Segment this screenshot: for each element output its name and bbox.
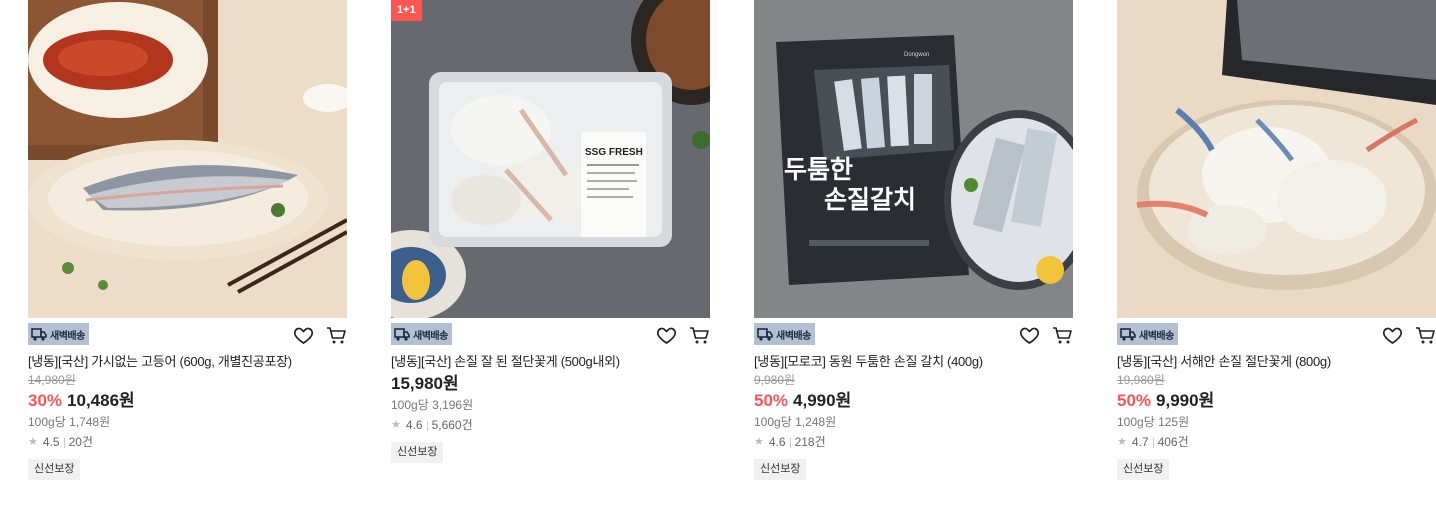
product-card[interactable]: 두툼한 손질갈치 Dongwon 새벽배송 [냉동][모로코] 동원 두툼한 손… [754, 0, 1073, 480]
product-image[interactable]: 두툼한 손질갈치 Dongwon [754, 0, 1073, 318]
rating-value: 4.5 [42, 435, 60, 449]
tray-label: SSG FRESH [585, 147, 643, 158]
star-icon: ★ [1117, 436, 1127, 448]
product-card[interactable]: 새벽배송 [냉동][국산] 가시없는 고등어 (600g, 개별진공포장) 14… [28, 0, 347, 480]
divider [1152, 437, 1154, 448]
product-card[interactable]: 새벽배송 [냉동][국산] 서해안 손질 절단꽃게 (800g) 19,980원… [1117, 0, 1436, 480]
package-brand: Dongwon [904, 52, 929, 58]
price-line: 50% 4,990원 [754, 389, 1073, 413]
original-price: 9,980원 [754, 373, 796, 387]
rating-value: 4.7 [1131, 435, 1149, 449]
discount-rate: 50% [754, 391, 789, 410]
discount-rate: 50% [1117, 391, 1152, 410]
product-image[interactable] [1117, 0, 1436, 318]
delivery-badge: 새벽배송 [1117, 323, 1178, 345]
card-action-row: 새벽배송 [754, 318, 1073, 352]
card-action-row: 새벽배송 [1117, 318, 1436, 352]
wishlist-heart-icon[interactable] [293, 326, 314, 345]
package-text-line2: 손질갈치 [824, 185, 916, 214]
card-actions [1382, 326, 1436, 345]
sale-price: 4,990원 [793, 391, 852, 410]
freshness-tag: 신선보장 [1117, 459, 1170, 480]
price-line: 30% 10,486원 [28, 389, 347, 413]
card-actions [1019, 326, 1073, 345]
rating-row: ★ 4.6 218건 [754, 432, 1073, 453]
sale-price: 9,990원 [1156, 391, 1215, 410]
review-count: 406건 [1157, 435, 1189, 449]
freshness-tag: 신선보장 [28, 459, 81, 480]
product-name[interactable]: [냉동][국산] 서해안 손질 절단꽃게 (800g) [1117, 352, 1436, 372]
delivery-badge: 새벽배송 [28, 323, 89, 345]
truck-icon [31, 328, 47, 341]
review-count: 20건 [68, 435, 93, 449]
rating-value: 4.6 [405, 418, 423, 432]
add-to-cart-cart-icon[interactable] [689, 326, 710, 345]
rating-value: 4.6 [768, 435, 786, 449]
review-count: 5,660건 [431, 418, 473, 432]
star-icon: ★ [754, 436, 764, 448]
card-action-row: 새벽배송 [391, 318, 710, 352]
rating-row: ★ 4.5 20건 [28, 432, 347, 453]
unit-price: 100g당 1,748원 [28, 415, 111, 429]
truck-icon [1120, 328, 1136, 341]
freshness-tag: 신선보장 [391, 442, 444, 463]
truck-icon [757, 328, 773, 341]
original-price: 14,980원 [28, 373, 76, 387]
rating-row: ★ 4.7 406건 [1117, 432, 1436, 453]
divider [63, 437, 65, 448]
product-name[interactable]: [냉동][국산] 손질 잘 된 절단꽃게 (500g내외) [391, 352, 710, 372]
delivery-badge-label: 새벽배송 [776, 330, 811, 342]
review-count: 218건 [794, 435, 826, 449]
package-text-line1: 두툼한 [784, 155, 853, 184]
truck-icon [394, 328, 410, 341]
delivery-badge-label: 새벽배송 [413, 330, 448, 342]
promo-badge: 1+1 [391, 0, 422, 21]
add-to-cart-cart-icon[interactable] [326, 326, 347, 345]
unit-price: 100g당 125원 [1117, 415, 1190, 429]
freshness-tag: 신선보장 [754, 459, 807, 480]
original-price: 19,980원 [1117, 373, 1165, 387]
product-name[interactable]: [냉동][모로코] 동원 두툼한 손질 갈치 (400g) [754, 352, 1073, 372]
card-action-row: 새벽배송 [28, 318, 347, 352]
delivery-badge-label: 새벽배송 [1139, 330, 1174, 342]
divider [426, 420, 428, 431]
add-to-cart-cart-icon[interactable] [1415, 326, 1436, 345]
divider [789, 437, 791, 448]
add-to-cart-cart-icon[interactable] [1052, 326, 1073, 345]
delivery-badge: 새벽배송 [754, 323, 815, 345]
product-name[interactable]: [냉동][국산] 가시없는 고등어 (600g, 개별진공포장) [28, 352, 347, 372]
discount-rate: 30% [28, 391, 63, 410]
star-icon: ★ [391, 419, 401, 431]
wishlist-heart-icon[interactable] [1382, 326, 1403, 345]
delivery-badge: 새벽배송 [391, 323, 452, 345]
unit-price: 100g당 1,248원 [754, 415, 837, 429]
rating-row: ★ 4.6 5,660건 [391, 415, 710, 436]
sale-price: 15,980원 [391, 374, 459, 393]
price-line: 15,980원 [391, 372, 710, 396]
wishlist-heart-icon[interactable] [656, 326, 677, 345]
price-line: 50% 9,990원 [1117, 389, 1436, 413]
star-icon: ★ [28, 436, 38, 448]
product-card[interactable]: SSG FRESH 1+1 새벽배송 [냉동][국산] 손질 잘 된 절단꽃게 … [391, 0, 710, 463]
delivery-badge-label: 새벽배송 [50, 330, 85, 342]
product-image[interactable] [28, 0, 347, 318]
card-actions [656, 326, 710, 345]
unit-price: 100g당 3,196원 [391, 398, 474, 412]
card-actions [293, 326, 347, 345]
sale-price: 10,486원 [67, 391, 135, 410]
wishlist-heart-icon[interactable] [1019, 326, 1040, 345]
product-image[interactable]: SSG FRESH 1+1 [391, 0, 710, 318]
